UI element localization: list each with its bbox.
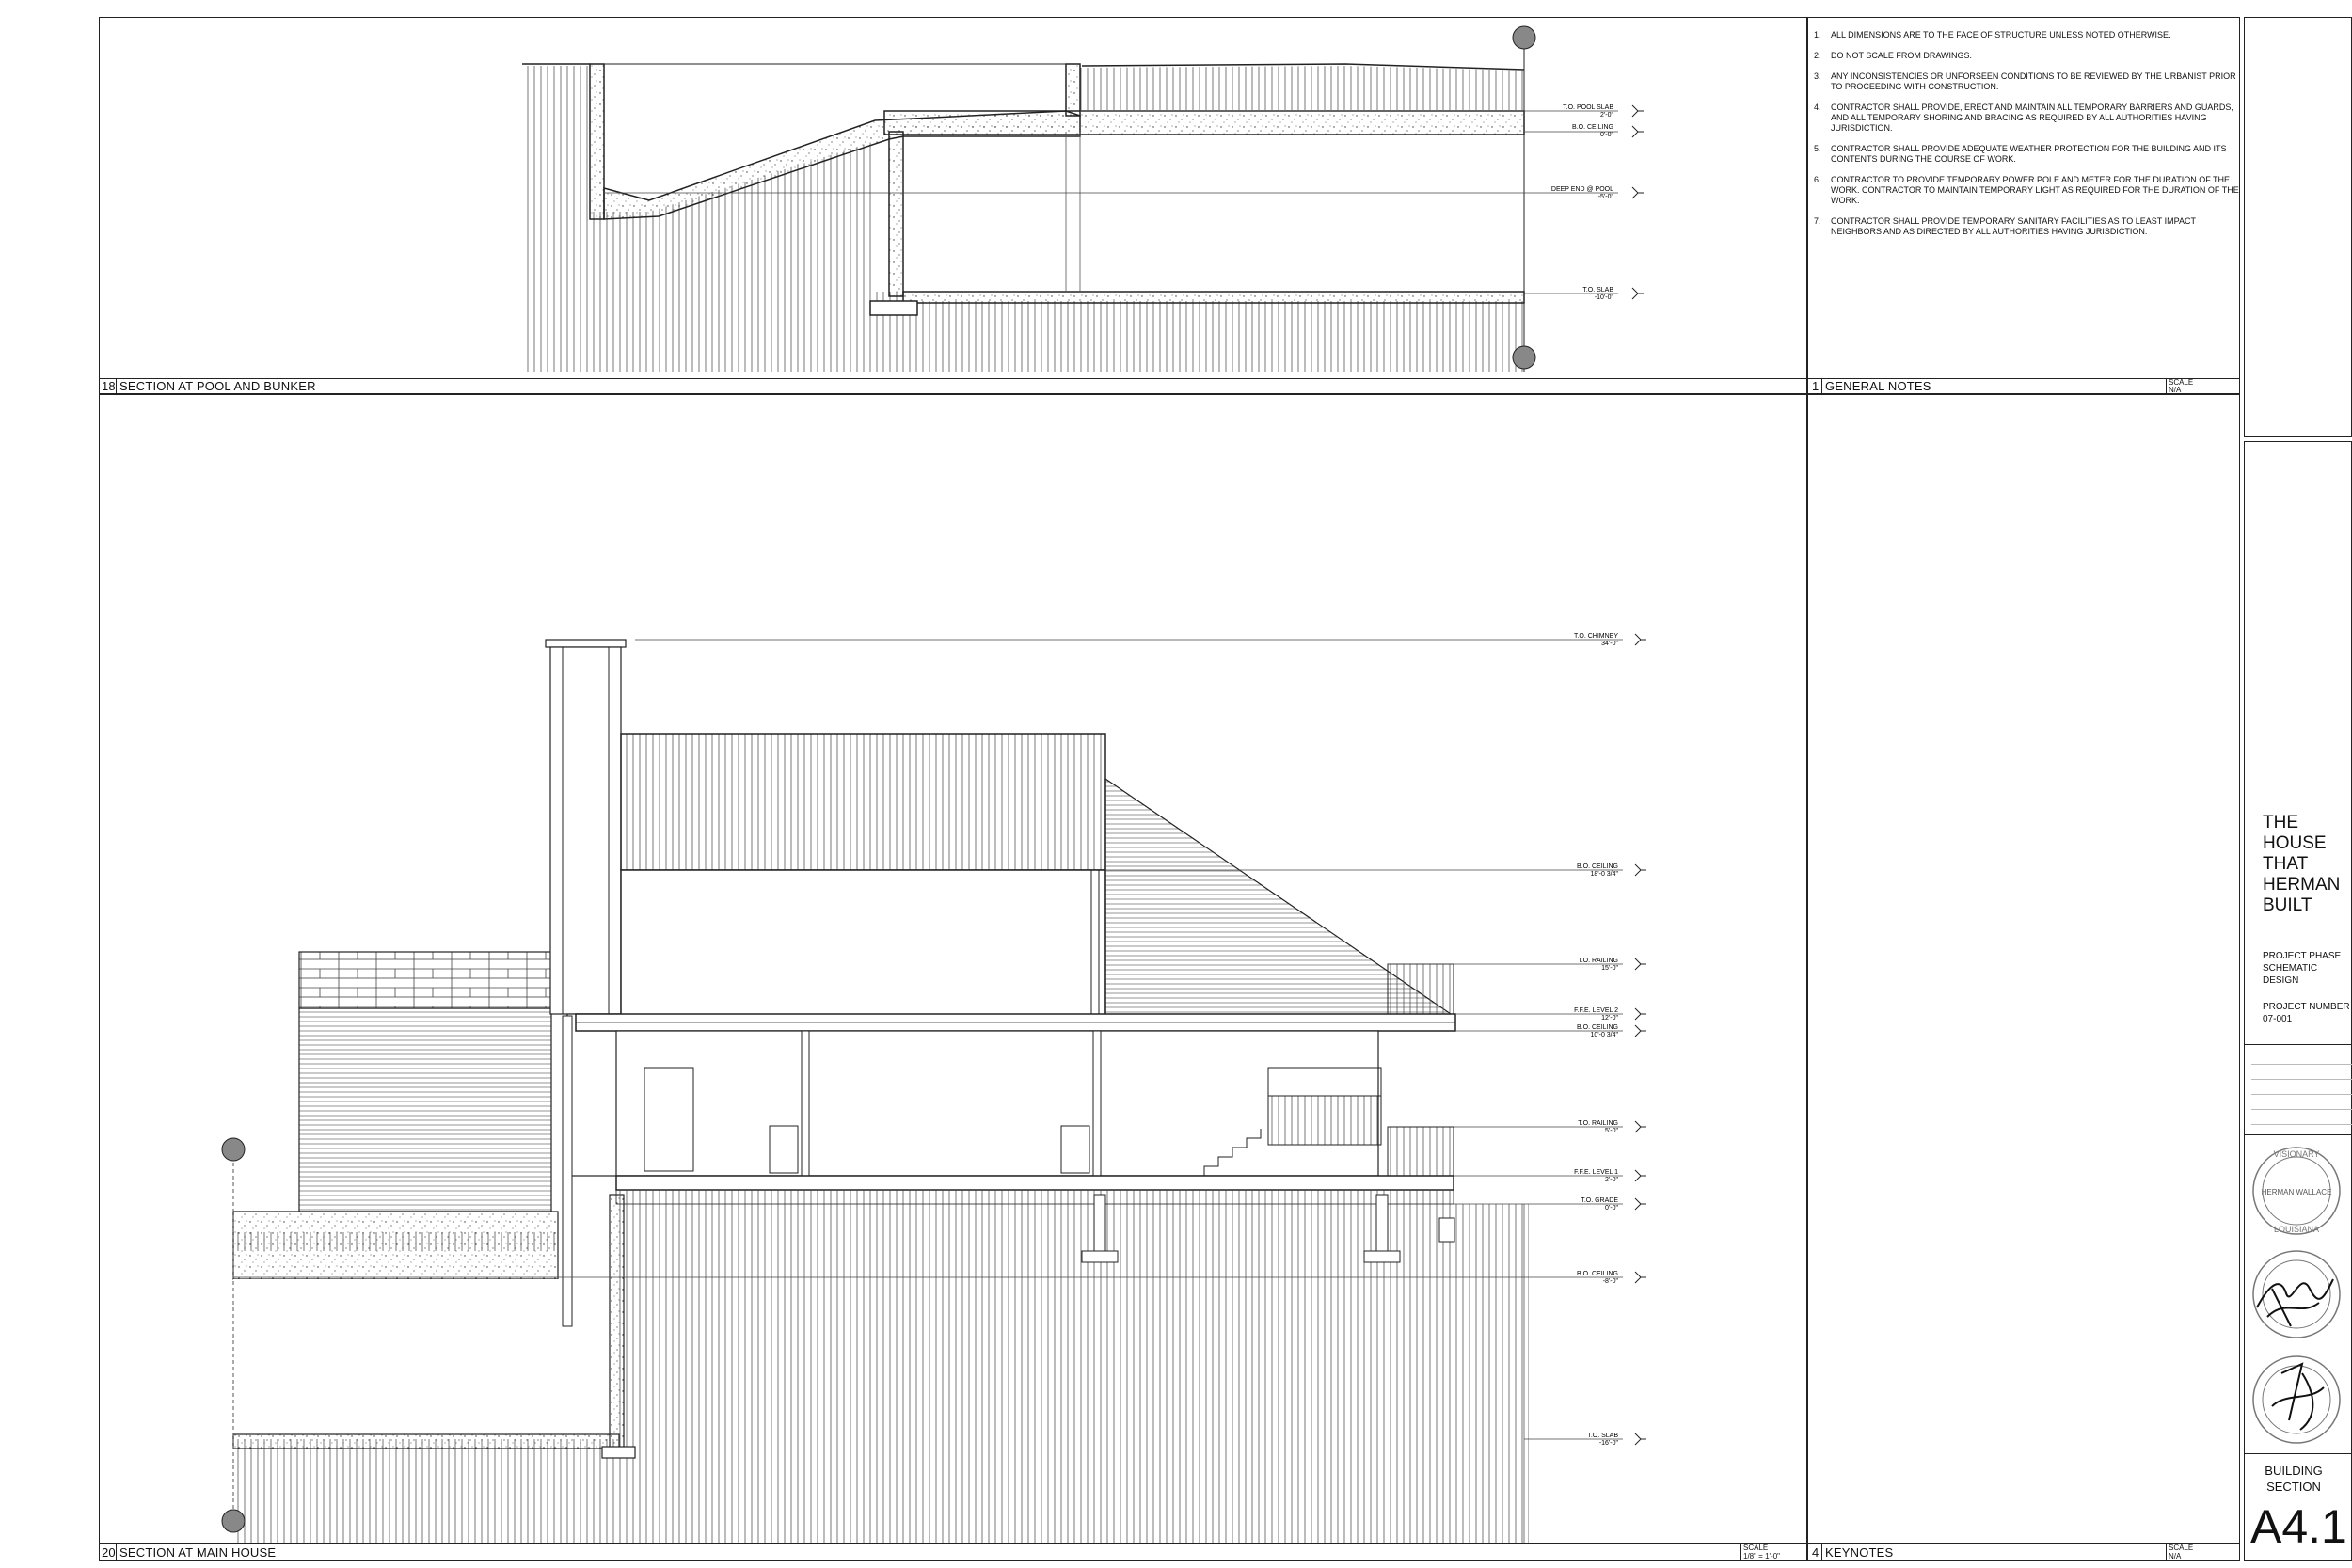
house-level-markers: T.O. CHIMNEY 34'-0" B.O. CEILING 18'-0 3… — [1574, 633, 1646, 1447]
house-level-name: B.O. CEILING — [1577, 863, 1618, 870]
pool-level-elev: 2'-0" — [1600, 112, 1613, 119]
house-level-elev: 2'-0" — [1605, 1177, 1618, 1183]
pool-level-name: T.O. SLAB — [1582, 287, 1613, 293]
house-level-name: T.O. SLAB — [1587, 1433, 1618, 1439]
house-level-name: T.O. GRADE — [1581, 1197, 1618, 1204]
pool-level-name: DEEP END @ POOL — [1551, 186, 1613, 193]
house-level-name: B.O. CEILING — [1577, 1271, 1618, 1277]
house-section: T.O. CHIMNEY 34'-0" B.O. CEILING 18'-0 3… — [221, 633, 1646, 1543]
house-level-name: T.O. RAILING — [1578, 1120, 1618, 1127]
house-level-elev: 15'-0" — [1601, 965, 1618, 972]
pool-level-elev: -10'-0" — [1595, 294, 1614, 301]
house-level-name: T.O. RAILING — [1578, 958, 1618, 964]
house-level-elev: 0'-0" — [1605, 1205, 1618, 1212]
pool-section: T.O. POOL SLAB 2'-0" B.O. CEILING 0'-0" … — [522, 25, 1644, 372]
house-level-elev: -16'-0" — [1599, 1440, 1619, 1447]
house-level-elev: 34'-0" — [1601, 641, 1618, 647]
house-level-name: T.O. CHIMNEY — [1574, 633, 1618, 640]
house-level-name: F.F.E. LEVEL 1 — [1574, 1169, 1618, 1176]
house-level-name: F.F.E. LEVEL 2 — [1574, 1007, 1618, 1014]
pool-level-elev: -5'-0" — [1598, 194, 1614, 200]
pool-level-name: T.O. POOL SLAB — [1563, 104, 1613, 111]
house-level-elev: -8'-0" — [1603, 1278, 1619, 1285]
house-level-name: B.O. CEILING — [1577, 1024, 1618, 1031]
house-level-elev: 5'-0" — [1605, 1128, 1618, 1134]
pool-level-markers: T.O. POOL SLAB 2'-0" B.O. CEILING 0'-0" … — [1551, 104, 1644, 301]
pool-level-name: B.O. CEILING — [1572, 124, 1613, 131]
house-level-elev: 12'-0" — [1601, 1015, 1618, 1022]
house-level-elev: 10'-0 3/4" — [1590, 1032, 1618, 1038]
pool-level-elev: 0'-0" — [1600, 132, 1613, 138]
drawings: T.O. POOL SLAB 2'-0" B.O. CEILING 0'-0" … — [221, 25, 1646, 1543]
house-level-elev: 18'-0 3/4" — [1590, 871, 1618, 878]
